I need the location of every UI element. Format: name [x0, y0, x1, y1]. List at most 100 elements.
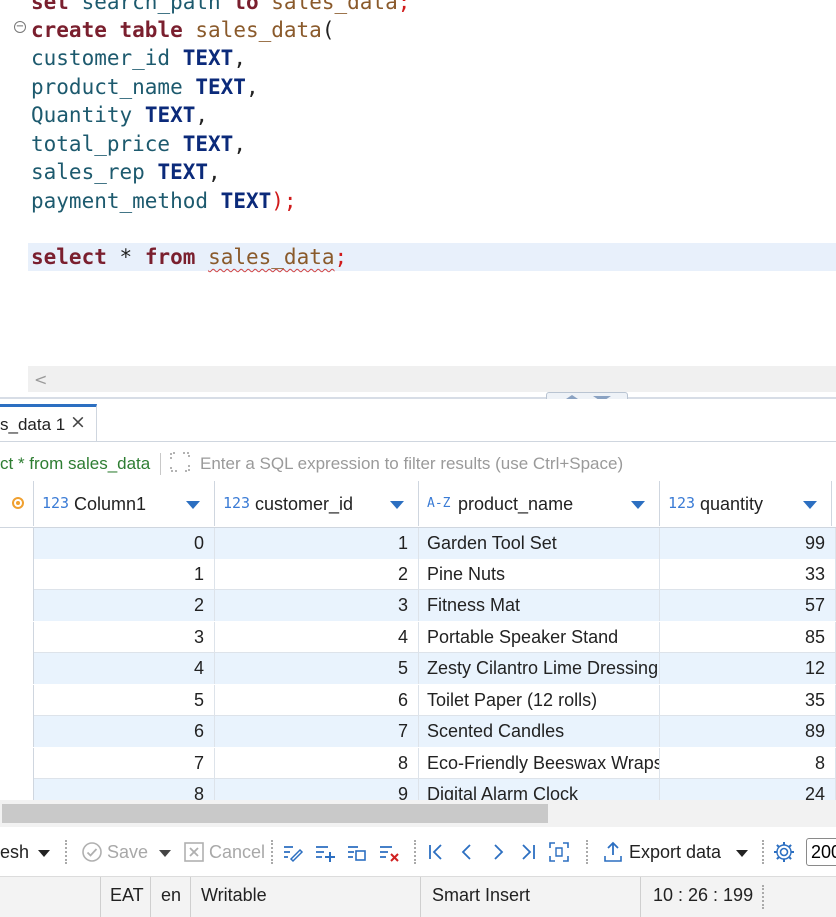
table-row[interactable]: 1 2 Pine Nuts 33 — [0, 559, 836, 590]
edit-row-icon[interactable] — [281, 840, 305, 864]
cell-customer-id[interactable]: 2 — [215, 559, 419, 590]
previous-page-icon[interactable] — [455, 840, 479, 864]
cancel-button[interactable]: Cancel — [209, 838, 265, 866]
results-grid[interactable]: 123 Column1 123 customer_id A-Z product_… — [0, 481, 836, 800]
close-tab-icon[interactable]: × — [70, 411, 86, 433]
tab-results[interactable]: s_data 1 × — [0, 404, 97, 441]
cell-product-name[interactable]: Eco-Friendly Beeswax Wraps — [419, 748, 660, 779]
row-header[interactable] — [0, 748, 34, 779]
cell-customer-id[interactable]: 9 — [215, 779, 419, 800]
sort-dropdown-icon[interactable] — [186, 501, 200, 509]
table-row[interactable]: 5 6 Toilet Paper (12 rolls) 35 — [0, 685, 836, 716]
code-line-10[interactable]: select * from sales_data; — [31, 243, 347, 271]
code-line-2[interactable]: create table sales_data( — [31, 16, 334, 44]
column-header-column1[interactable]: 123 Column1 — [34, 481, 215, 526]
code-line-1[interactable]: set search_path to sales_data; — [31, 0, 410, 16]
cell-product-name[interactable]: Digital Alarm Clock — [419, 779, 660, 800]
gear-icon[interactable] — [772, 840, 796, 864]
cell-product-name[interactable]: Pine Nuts — [419, 559, 660, 590]
editor-horizontal-scrollbar[interactable]: < — [28, 366, 836, 392]
last-page-icon[interactable] — [516, 840, 540, 864]
scroll-left-icon[interactable]: < — [34, 370, 47, 389]
cell-product-name[interactable]: Garden Tool Set — [419, 528, 660, 559]
cell-quantity[interactable]: 24 — [660, 779, 836, 800]
select-all-corner[interactable] — [0, 481, 34, 526]
code-line-6[interactable]: total_price TEXT, — [31, 130, 246, 158]
cell-product-name[interactable]: Zesty Cilantro Lime Dressing — [419, 653, 660, 684]
cell-customer-id[interactable]: 7 — [215, 716, 419, 747]
add-row-icon[interactable] — [313, 840, 337, 864]
row-header[interactable] — [0, 779, 34, 800]
delete-row-icon[interactable] — [377, 840, 401, 864]
code-line-4[interactable]: product_name TEXT, — [31, 73, 259, 101]
cell-quantity[interactable]: 12 — [660, 653, 836, 684]
export-data-button[interactable]: Export data — [629, 838, 721, 866]
code-line-5[interactable]: Quantity TEXT, — [31, 101, 208, 129]
cell-column1[interactable]: 6 — [34, 716, 215, 747]
next-page-icon[interactable] — [486, 840, 510, 864]
refresh-dropdown-icon[interactable] — [38, 850, 50, 857]
expand-filter-icon[interactable] — [169, 451, 191, 473]
code-line-8[interactable]: payment_method TEXT); — [31, 187, 297, 215]
copy-row-icon[interactable] — [345, 840, 369, 864]
cell-quantity[interactable]: 99 — [660, 528, 836, 559]
first-page-icon[interactable] — [424, 840, 448, 864]
table-row[interactable]: 7 8 Eco-Friendly Beeswax Wraps 8 — [0, 748, 836, 779]
cell-column1[interactable]: 8 — [34, 779, 215, 800]
cell-customer-id[interactable]: 3 — [215, 590, 419, 621]
cell-quantity[interactable]: 8 — [660, 748, 836, 779]
sql-editor[interactable]: − set search_path to sales_data; create … — [0, 0, 836, 395]
scrollbar-thumb[interactable] — [2, 804, 548, 823]
save-button[interactable]: Save — [107, 838, 148, 866]
cell-quantity[interactable]: 89 — [660, 716, 836, 747]
cell-product-name[interactable]: Portable Speaker Stand — [419, 622, 660, 653]
row-header[interactable] — [0, 653, 34, 684]
cell-customer-id[interactable]: 8 — [215, 748, 419, 779]
cell-quantity[interactable]: 33 — [660, 559, 836, 590]
row-header[interactable] — [0, 559, 34, 590]
table-row[interactable]: 4 5 Zesty Cilantro Lime Dressing 12 — [0, 653, 836, 684]
row-header[interactable] — [0, 528, 34, 559]
refresh-button[interactable]: esh — [0, 838, 29, 866]
row-header[interactable] — [0, 622, 34, 653]
cell-column1[interactable]: 2 — [34, 590, 215, 621]
cell-customer-id[interactable]: 6 — [215, 685, 419, 716]
query-text[interactable]: ct * from sales_data — [0, 454, 150, 474]
save-dropdown-icon[interactable] — [159, 850, 171, 857]
cell-column1[interactable]: 7 — [34, 748, 215, 779]
row-header[interactable] — [0, 590, 34, 621]
grid-horizontal-scrollbar[interactable] — [0, 800, 836, 827]
cell-product-name[interactable]: Scented Candles — [419, 716, 660, 747]
fold-collapse-icon[interactable]: − — [14, 21, 26, 33]
table-row[interactable]: 0 1 Garden Tool Set 99 — [0, 528, 836, 559]
fetch-all-icon[interactable] — [547, 840, 571, 864]
cell-customer-id[interactable]: 1 — [215, 528, 419, 559]
sort-dropdown-icon[interactable] — [631, 501, 645, 509]
column-header-product-name[interactable]: A-Z product_name — [419, 481, 660, 526]
cell-quantity[interactable]: 35 — [660, 685, 836, 716]
code-line-7[interactable]: sales_rep TEXT, — [31, 158, 221, 186]
fetch-size-input[interactable] — [806, 838, 836, 866]
table-row[interactable]: 3 4 Portable Speaker Stand 85 — [0, 622, 836, 653]
filter-input[interactable] — [200, 451, 830, 477]
row-header[interactable] — [0, 685, 34, 716]
cell-product-name[interactable]: Fitness Mat — [419, 590, 660, 621]
cell-column1[interactable]: 4 — [34, 653, 215, 684]
column-header-quantity[interactable]: 123 quantity — [660, 481, 832, 526]
cell-column1[interactable]: 3 — [34, 622, 215, 653]
cell-column1[interactable]: 0 — [34, 528, 215, 559]
table-row[interactable]: 6 7 Scented Candles 89 — [0, 716, 836, 747]
cell-customer-id[interactable]: 4 — [215, 622, 419, 653]
cell-column1[interactable]: 5 — [34, 685, 215, 716]
table-row[interactable]: 8 9 Digital Alarm Clock 24 — [0, 779, 836, 800]
cell-product-name[interactable]: Toilet Paper (12 rolls) — [419, 685, 660, 716]
cell-column1[interactable]: 1 — [34, 559, 215, 590]
row-header[interactable] — [0, 716, 34, 747]
export-dropdown-icon[interactable] — [736, 850, 748, 857]
table-row[interactable]: 2 3 Fitness Mat 57 — [0, 590, 836, 621]
sort-dropdown-icon[interactable] — [803, 501, 817, 509]
cell-quantity[interactable]: 85 — [660, 622, 836, 653]
cell-customer-id[interactable]: 5 — [215, 653, 419, 684]
column-header-customer-id[interactable]: 123 customer_id — [215, 481, 419, 526]
cell-quantity[interactable]: 57 — [660, 590, 836, 621]
